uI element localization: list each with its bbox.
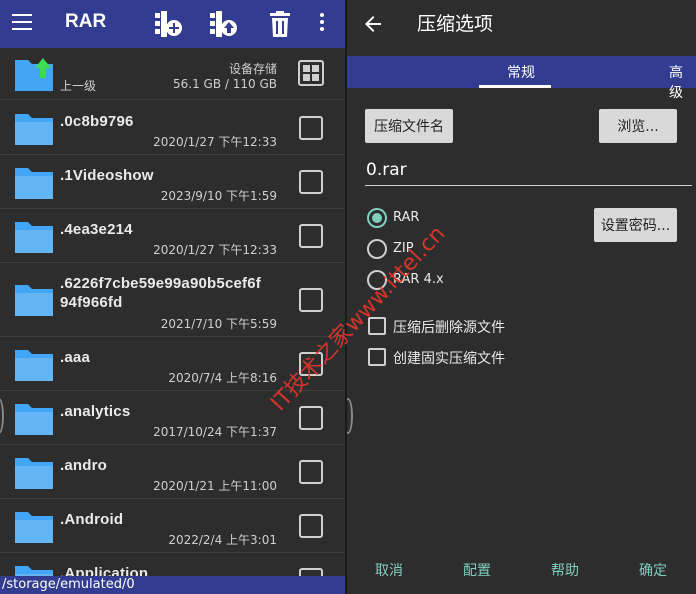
file-row[interactable]: .6226f7cbe59e99a90b5cef6f 94f966fd 2021/… — [0, 263, 345, 337]
storage-label: 设备存储 — [228, 62, 277, 76]
solid-archive-label: 创建固实压缩文件 — [393, 351, 505, 367]
folder-icon — [15, 114, 53, 145]
file-name: .0c8b9796 — [60, 113, 134, 130]
folder-icon — [15, 168, 53, 199]
select-checkbox[interactable] — [299, 288, 323, 312]
folder-icon — [15, 285, 53, 316]
file-date: 2021/7/10 下午5:59 — [160, 317, 277, 331]
file-name: .analytics — [60, 403, 131, 420]
format-zip-radio[interactable] — [367, 239, 387, 259]
active-tab-indicator — [479, 85, 551, 88]
file-row[interactable]: .aaa 2020/7/4 上午8:16 — [0, 337, 345, 391]
tab-general[interactable]: 常规 — [507, 62, 535, 82]
format-rar-radio[interactable] — [367, 208, 387, 228]
folder-icon — [15, 458, 53, 489]
set-password-button[interactable]: 设置密码... — [594, 208, 677, 242]
parent-folder-row[interactable]: 上一级 设备存储 56.1 GB / 110 GB — [0, 48, 345, 100]
app-title: RAR — [65, 11, 107, 32]
select-checkbox[interactable] — [299, 406, 323, 430]
back-arrow-icon[interactable] — [361, 12, 385, 36]
parent-folder-label: 上一级 — [60, 79, 97, 93]
options-title: 压缩选项 — [417, 13, 494, 35]
folder-up-icon — [15, 58, 53, 91]
add-to-archive-icon[interactable] — [154, 10, 182, 38]
file-date: 2020/1/27 下午12:33 — [153, 135, 277, 149]
grid-view-icon[interactable] — [298, 60, 324, 86]
compression-options-panel: 压缩选项 常规 高级 压缩文件名 浏览... 0.rar RAR ZIP RAR… — [347, 0, 696, 594]
file-row[interactable]: .Android 2022/2/4 上午3:01 — [0, 499, 345, 553]
select-checkbox[interactable] — [299, 460, 323, 484]
profiles-button[interactable]: 配置 — [463, 560, 491, 580]
archive-filename-input[interactable]: 0.rar — [365, 160, 692, 186]
more-options-icon[interactable] — [320, 13, 326, 33]
options-app-bar: 压缩选项 — [347, 0, 696, 48]
file-name: .aaa — [60, 349, 90, 366]
file-row[interactable]: .analytics 2017/10/24 下午1:37 — [0, 391, 345, 445]
file-row[interactable]: .andro 2020/1/21 上午11:00 — [0, 445, 345, 499]
tab-bar: 常规 高级 — [347, 56, 696, 101]
storage-size: 56.1 GB / 110 GB — [173, 77, 277, 91]
file-browser-panel: RAR 上一级 设备存储 56.1 GB / 110 GB .0c8b9796 … — [0, 0, 345, 594]
extract-icon[interactable] — [209, 10, 237, 38]
file-date: 2022/2/4 上午3:01 — [168, 533, 277, 547]
folder-icon — [15, 350, 53, 381]
file-name: .Android — [60, 511, 124, 528]
tab-advanced[interactable]: 高级 — [669, 62, 696, 102]
cancel-button[interactable]: 取消 — [375, 560, 403, 580]
select-checkbox[interactable] — [299, 352, 323, 376]
file-row[interactable]: .4ea3e214 2020/1/27 下午12:33 — [0, 209, 345, 263]
scroll-indicator — [347, 398, 353, 434]
file-row[interactable]: .1Videoshow 2023/9/10 下午1:59 — [0, 155, 345, 209]
file-name: .1Videoshow — [60, 167, 154, 184]
browse-button[interactable]: 浏览... — [599, 109, 677, 143]
select-checkbox[interactable] — [299, 170, 323, 194]
format-rar4-radio[interactable] — [367, 270, 387, 290]
file-name-continued: 94f966fd — [60, 294, 123, 311]
file-name: .4ea3e214 — [60, 221, 133, 238]
format-rar4-label: RAR 4.x — [393, 272, 444, 287]
file-date: 2020/1/27 下午12:33 — [153, 243, 277, 257]
folder-icon — [15, 222, 53, 253]
file-date: 2023/9/10 下午1:59 — [160, 189, 277, 203]
file-date: 2020/1/21 上午11:00 — [153, 479, 277, 493]
ok-button[interactable]: 确定 — [639, 560, 667, 580]
path-bar: /storage/emulated/0 — [0, 576, 345, 594]
menu-icon[interactable] — [12, 14, 32, 30]
file-name: .andro — [60, 457, 108, 474]
folder-icon — [15, 512, 53, 543]
file-row[interactable]: .0c8b9796 2020/1/27 下午12:33 — [0, 101, 345, 155]
format-zip-label: ZIP — [393, 241, 414, 256]
archive-name-button[interactable]: 压缩文件名 — [365, 109, 453, 143]
select-checkbox[interactable] — [299, 224, 323, 248]
file-date: 2017/10/24 下午1:37 — [153, 425, 277, 439]
app-bar: RAR — [0, 0, 345, 48]
file-date: 2020/7/4 上午8:16 — [168, 371, 277, 385]
folder-icon — [15, 404, 53, 435]
help-button[interactable]: 帮助 — [551, 560, 579, 580]
format-rar-label: RAR — [393, 210, 420, 225]
delete-icon[interactable] — [266, 10, 294, 38]
select-checkbox[interactable] — [299, 514, 323, 538]
solid-archive-checkbox[interactable] — [368, 348, 386, 366]
delete-after-archiving-checkbox[interactable] — [368, 317, 386, 335]
file-name: .6226f7cbe59e99a90b5cef6f — [60, 275, 261, 292]
delete-after-archiving-label: 压缩后删除源文件 — [393, 320, 505, 336]
select-checkbox[interactable] — [299, 116, 323, 140]
